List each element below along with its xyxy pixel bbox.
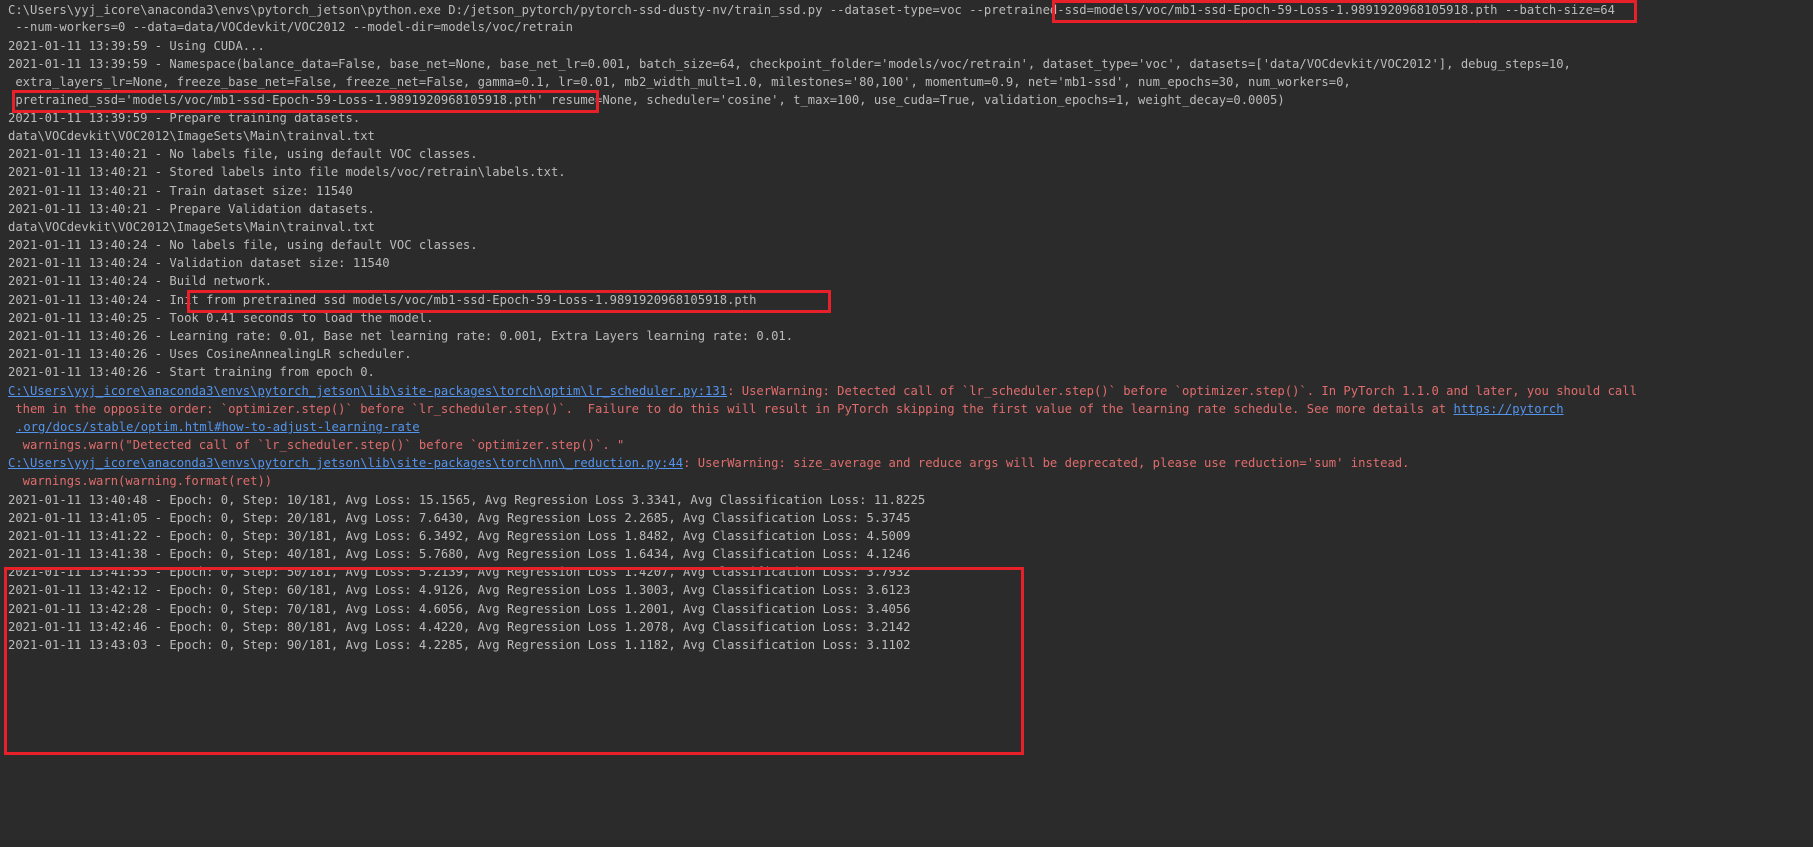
pytorch-docs-link-cont[interactable]: .org/docs/stable/optim.html#how-to-adjus… xyxy=(16,420,420,434)
pytorch-docs-link[interactable]: https://pytorch xyxy=(1454,402,1564,416)
init-pretrained: Init from pretrained ssd models/voc/mb1-… xyxy=(169,293,757,307)
init-prefix: 2021-01-11 13:40:24 - xyxy=(8,293,170,307)
warning-1-text: : UserWarning: Detected call of `lr_sche… xyxy=(727,384,1637,398)
warning-1-text-2: them in the opposite order: `optimizer.s… xyxy=(8,402,1454,416)
namespace-pretrained: pretrained_ssd='models/voc/mb1-ssd-Epoch… xyxy=(8,93,544,107)
warning-2-text: : UserWarning: size_average and reduce a… xyxy=(683,456,1410,470)
log-build: 2021-01-11 13:40:24 - Build network. xyxy=(8,274,273,288)
warning-1-source-link[interactable]: C:\Users\yyj_icore\anaconda3\envs\pytorc… xyxy=(8,384,727,398)
command-suffix: --batch-size=64 xyxy=(1497,3,1615,17)
console-output: C:\Users\yyj_icore\anaconda3\envs\pytorc… xyxy=(0,0,1813,847)
log-stored-labels: 2021-01-11 13:40:21 - Stored labels into… xyxy=(8,165,566,179)
command-line-2: --num-workers=0 --data=data/VOCdevkit/VO… xyxy=(8,20,573,34)
epoch-line: 2021-01-11 13:42:12 - Epoch: 0, Step: 60… xyxy=(8,583,911,597)
namespace-rest: resume=None, scheduler='cosine', t_max=1… xyxy=(543,93,1285,107)
log-start: 2021-01-11 13:40:26 - Start training fro… xyxy=(8,365,375,379)
warning-2-warn: warnings.warn(warning.format(ret)) xyxy=(8,474,273,488)
epoch-line: 2021-01-11 13:43:03 - Epoch: 0, Step: 90… xyxy=(8,638,911,652)
command-prefix: C:\Users\yyj_icore\anaconda3\envs\pytorc… xyxy=(8,3,970,17)
pretrained-arg: --pretrained-ssd=models/voc/mb1-ssd-Epoc… xyxy=(969,3,1498,17)
warning-2-source-link[interactable]: C:\Users\yyj_icore\anaconda3\envs\pytorc… xyxy=(8,456,683,470)
